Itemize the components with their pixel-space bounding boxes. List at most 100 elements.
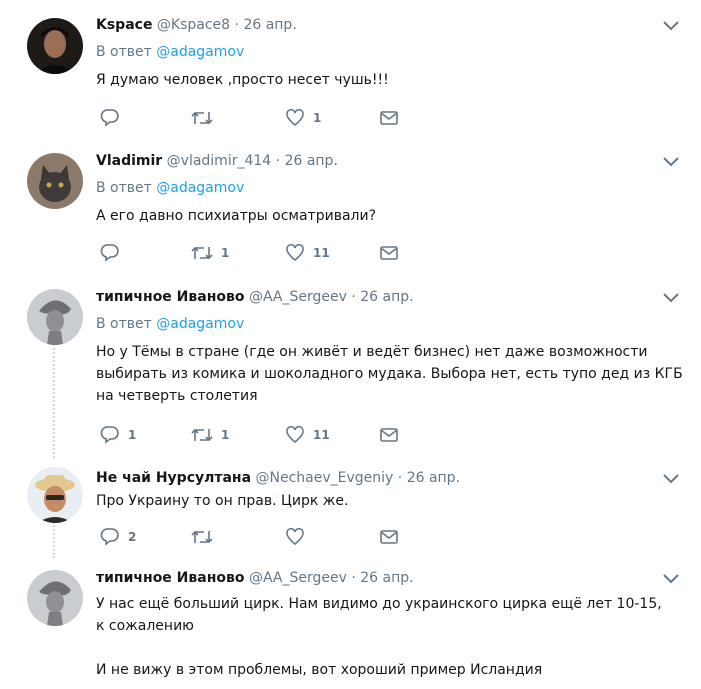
tweet-date[interactable]: 26 апр. [360, 570, 413, 586]
message-icon [380, 246, 398, 260]
retweet-icon [191, 428, 213, 442]
caret-down-icon[interactable] [663, 574, 679, 584]
like-icon [286, 527, 304, 546]
tweet-1[interactable]: Kspace @Kspace8 · 26 апр. В ответ @adaga… [0, 0, 701, 139]
reply-button[interactable]: 2 [100, 526, 136, 548]
retweet-icon [191, 111, 213, 125]
reply-icon [100, 109, 119, 127]
tweet-header: Kspace @Kspace8 · 26 апр. [96, 17, 297, 33]
tweet-text: Но у Тёмы в стране (где он живёт и ведёт… [96, 341, 686, 407]
tweet-2[interactable]: Vladimir @vladimir_414 · 26 апр. В ответ… [0, 138, 701, 276]
separator-dot: · [351, 289, 356, 305]
message-button[interactable] [379, 242, 399, 264]
separator-dot: · [275, 153, 281, 169]
caret-down-icon[interactable] [663, 293, 679, 303]
retweet-icon [191, 530, 213, 544]
reply-context: В ответ @adagamov [96, 316, 244, 332]
thread-connector [53, 339, 57, 458]
tweet-header: типичное Иваново @AA_Sergeev · 26 апр. [96, 289, 414, 305]
tweet-actions: 1 1 11 [96, 424, 416, 446]
avatar[interactable] [27, 467, 83, 523]
reply-prefix: В ответ [96, 316, 152, 332]
tweet-text: А его давно психиатры осматривали? [96, 208, 376, 224]
author-name[interactable]: типичное Иваново [96, 289, 244, 305]
like-icon [286, 425, 304, 444]
avatar[interactable] [27, 289, 83, 345]
retweet-button[interactable]: 1 [191, 424, 229, 446]
tweet-text: Я думаю человек ,просто несет чушь!!! [96, 72, 389, 88]
reply-prefix: В ответ [96, 44, 152, 60]
message-icon [380, 111, 398, 125]
reply-icon [100, 426, 119, 444]
tweet-5[interactable]: типичное Иваново @AA_Sergeev · 26 апр. У… [0, 558, 701, 689]
like-icon [286, 243, 304, 262]
like-count: 11 [313, 246, 330, 260]
tweet-3[interactable]: типичное Иваново @AA_Sergeev · 26 апр. В… [0, 275, 701, 458]
message-button[interactable] [379, 424, 399, 446]
avatar[interactable] [27, 153, 83, 209]
reply-button[interactable] [100, 107, 128, 129]
tweet-actions: 1 11 [96, 242, 416, 264]
author-handle[interactable]: @Nechaev_Evgeniy [256, 470, 394, 486]
tweet-date[interactable]: 26 апр. [407, 470, 460, 486]
separator-dot: · [351, 570, 356, 586]
reply-mention[interactable]: @adagamov [156, 44, 244, 60]
like-button[interactable]: 11 [285, 242, 330, 264]
message-icon [380, 428, 398, 442]
separator-dot: · [397, 470, 403, 486]
text-line: выбирать из комика и шоколадного мудака.… [96, 366, 683, 382]
reply-count: 1 [128, 428, 137, 442]
caret-down-icon[interactable] [663, 474, 679, 484]
reply-prefix: В ответ [96, 180, 152, 196]
retweet-icon [191, 246, 213, 260]
text-line: И не вижу в этом проблемы, вот хороший п… [96, 662, 543, 678]
tweet-header: Не чай Нурсултана @Nechaev_Evgeniy · 26 … [96, 470, 460, 486]
tweet-date[interactable]: 26 апр. [360, 289, 413, 305]
text-line: к сожалению [96, 618, 194, 634]
author-name[interactable]: Не чай Нурсултана [96, 470, 251, 486]
caret-down-icon[interactable] [663, 157, 679, 167]
tweet-date[interactable]: 26 апр. [285, 153, 338, 169]
text-line [96, 637, 686, 659]
reply-context: В ответ @adagamov [96, 180, 244, 196]
reply-button[interactable]: 1 [100, 424, 136, 446]
author-name[interactable]: Vladimir [96, 153, 162, 169]
tweet-date[interactable]: 26 апр. [243, 17, 296, 33]
author-handle[interactable]: @vladimir_414 [167, 153, 272, 169]
author-name[interactable]: типичное Иваново [96, 570, 244, 586]
retweet-button[interactable]: 1 [191, 242, 229, 264]
like-icon [286, 108, 304, 127]
retweet-button[interactable] [191, 526, 221, 548]
like-button[interactable]: 11 [285, 424, 330, 446]
text-line: на четверть столетия [96, 388, 258, 404]
reply-icon [100, 528, 119, 546]
retweet-button[interactable] [191, 107, 221, 129]
like-button[interactable]: 1 [285, 107, 321, 129]
tweet-text: Про Украину то он прав. Цирк же. [96, 493, 349, 509]
tweet-header: Vladimir @vladimir_414 · 26 апр. [96, 153, 338, 169]
avatar[interactable] [27, 18, 83, 74]
author-handle[interactable]: @AA_Sergeev [249, 289, 347, 305]
reply-button[interactable] [100, 242, 128, 264]
reply-count: 2 [128, 530, 137, 544]
retweet-count: 1 [221, 246, 230, 260]
like-count: 11 [313, 428, 330, 442]
tweet-actions: 1 [96, 107, 416, 129]
message-button[interactable] [379, 107, 399, 129]
tweet-text: У нас ещё больший цирк. Нам видимо до ук… [96, 593, 686, 681]
text-line: У нас ещё больший цирк. Нам видимо до ук… [96, 596, 662, 612]
author-name[interactable]: Kspace [96, 17, 152, 33]
author-handle[interactable]: @AA_Sergeev [249, 570, 347, 586]
reply-icon [100, 244, 119, 262]
message-button[interactable] [379, 526, 399, 548]
tweet-header: типичное Иваново @AA_Sergeev · 26 апр. [96, 570, 414, 586]
reply-mention[interactable]: @adagamov [156, 316, 244, 332]
tweet-4[interactable]: Не чай Нурсултана @Nechaev_Evgeniy · 26 … [0, 458, 701, 558]
like-button[interactable] [285, 526, 313, 548]
caret-down-icon[interactable] [663, 21, 679, 31]
retweet-count: 1 [221, 428, 230, 442]
author-handle[interactable]: @Kspace8 [157, 17, 230, 33]
like-count: 1 [313, 111, 322, 125]
avatar[interactable] [27, 570, 83, 626]
reply-mention[interactable]: @adagamov [156, 180, 244, 196]
